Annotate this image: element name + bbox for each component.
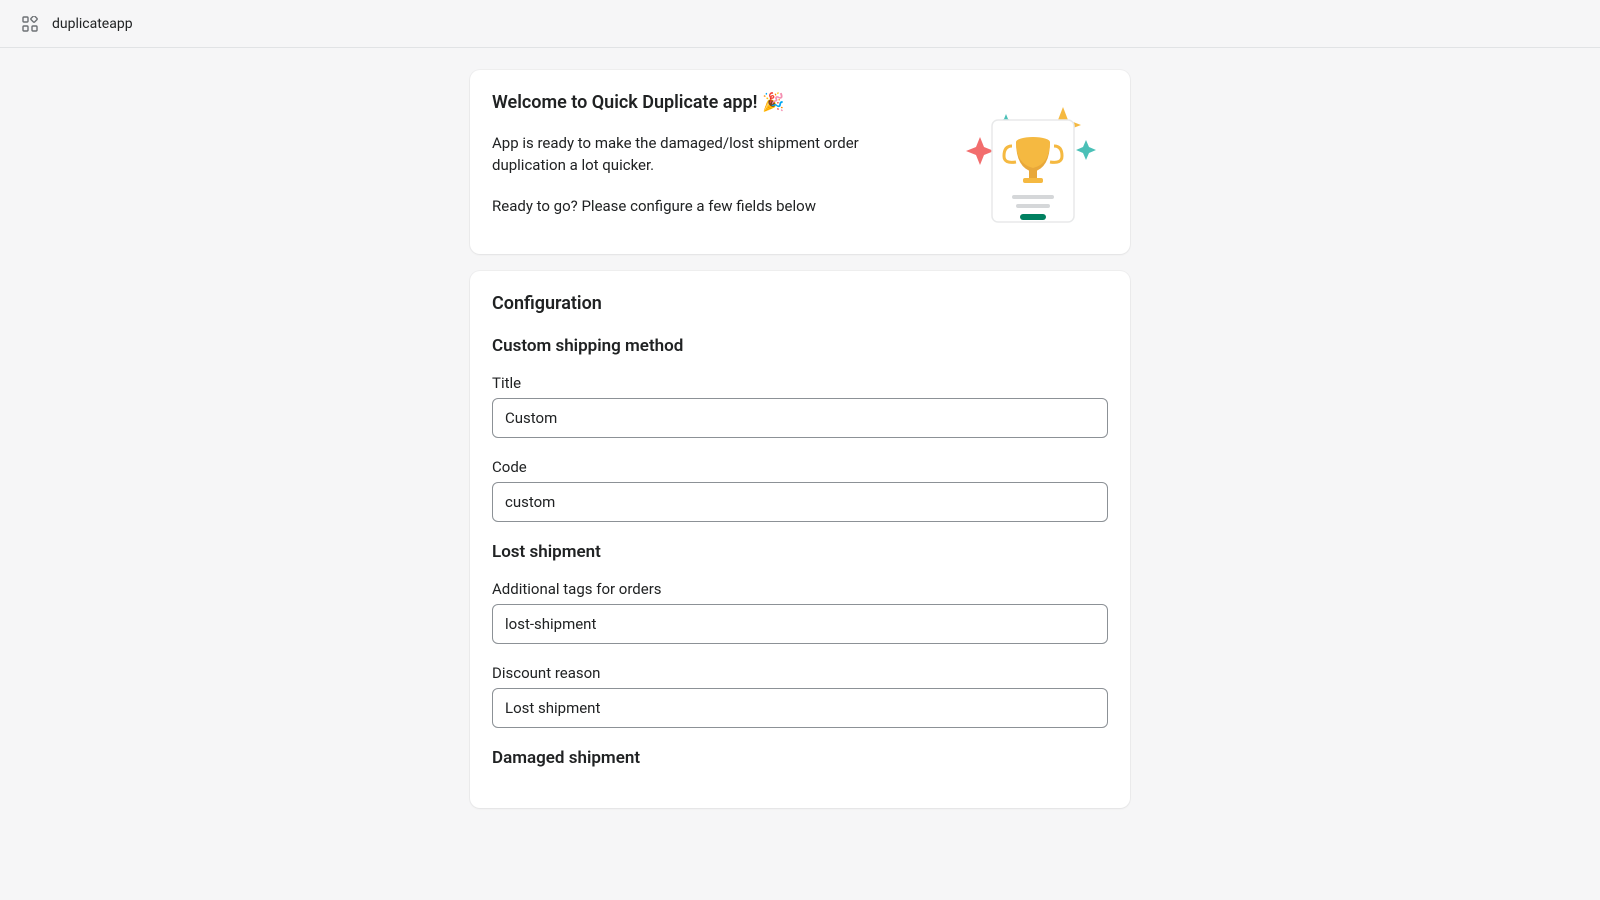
content-column: Welcome to Quick Duplicate app! 🎉 App is… (470, 70, 1130, 808)
welcome-body-text: App is ready to make the damaged/lost sh… (492, 133, 934, 177)
lost-tags-input[interactable] (492, 604, 1108, 644)
page-content: Welcome to Quick Duplicate app! 🎉 App is… (0, 48, 1600, 808)
title-label: Title (492, 374, 1108, 392)
title-field-group: Title (492, 374, 1108, 438)
app-name: duplicateapp (52, 16, 133, 32)
lost-discount-label: Discount reason (492, 664, 1108, 682)
custom-shipping-heading: Custom shipping method (492, 336, 1108, 356)
config-heading: Configuration (492, 293, 1108, 314)
welcome-text-block: Welcome to Quick Duplicate app! 🎉 App is… (492, 92, 934, 215)
configuration-card: Configuration Custom shipping method Tit… (470, 271, 1130, 808)
lost-shipment-heading: Lost shipment (492, 542, 1108, 562)
welcome-heading: Welcome to Quick Duplicate app! 🎉 (492, 92, 934, 113)
top-bar: duplicateapp (0, 0, 1600, 48)
title-input[interactable] (492, 398, 1108, 438)
code-label: Code (492, 458, 1108, 476)
lost-tags-label: Additional tags for orders (492, 580, 1108, 598)
lost-discount-input[interactable] (492, 688, 1108, 728)
lost-discount-field-group: Discount reason (492, 664, 1108, 728)
damaged-shipment-heading: Damaged shipment (492, 748, 1108, 768)
welcome-prompt-text: Ready to go? Please configure a few fiel… (492, 197, 934, 215)
code-field-group: Code (492, 458, 1108, 522)
app-blocks-icon (22, 16, 38, 32)
trophy-illustration (958, 92, 1108, 232)
lost-tags-field-group: Additional tags for orders (492, 580, 1108, 644)
code-input[interactable] (492, 482, 1108, 522)
welcome-card: Welcome to Quick Duplicate app! 🎉 App is… (470, 70, 1130, 254)
